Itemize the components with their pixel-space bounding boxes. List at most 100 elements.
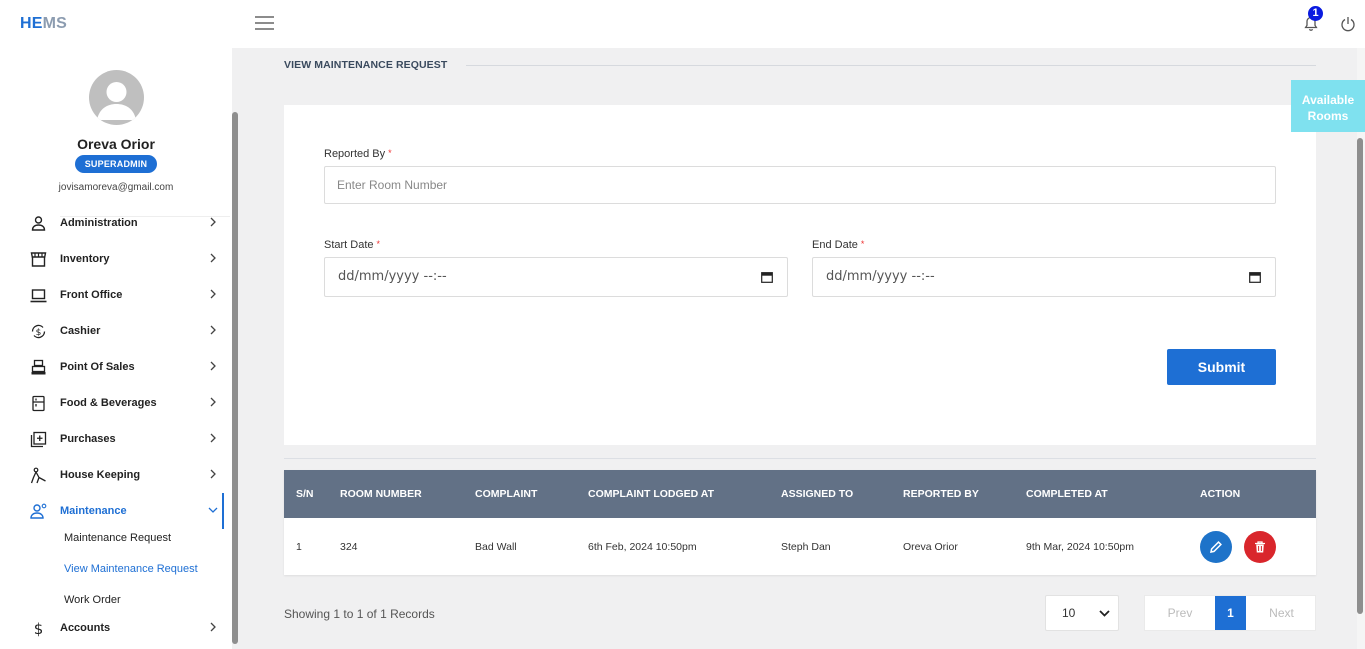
calendar-icon[interactable] <box>761 271 773 283</box>
records-info: Showing 1 to 1 of 1 Records <box>284 607 435 621</box>
maintenance-table: S/N ROOM NUMBER COMPLAINT COMPLAINT LODG… <box>284 470 1316 575</box>
cell-reported-by: Oreva Orior <box>903 541 958 553</box>
sidebar-item-house-keeping[interactable]: House Keeping <box>8 457 224 493</box>
sidebar-item-label: Maintenance <box>60 505 127 517</box>
sidebar-item-purchases[interactable]: Purchases <box>8 421 224 457</box>
role-badge: SUPERADMIN <box>75 155 157 173</box>
sidebar-item-label: Cashier <box>60 325 101 337</box>
chevron-right-icon <box>210 289 216 299</box>
end-date-label: End Date * <box>812 239 865 251</box>
chevron-right-icon <box>210 469 216 479</box>
submit-button[interactable]: Submit <box>1167 349 1276 385</box>
sidebar-item-label: Food & Beverages <box>60 397 157 409</box>
next-page-button[interactable]: Next <box>1246 596 1317 630</box>
sidebar-item-label: Front Office <box>60 289 123 301</box>
sidebar-item-label: House Keeping <box>60 469 141 481</box>
fridge-icon <box>32 395 45 412</box>
col-sn: S/N <box>296 488 314 500</box>
store-icon <box>30 252 47 267</box>
pencil-icon <box>1210 541 1222 553</box>
avatar[interactable] <box>89 70 144 125</box>
sidebar-item-label: Administration <box>60 217 138 229</box>
trash-icon <box>1255 541 1265 553</box>
svg-text:$: $ <box>34 620 44 637</box>
pagination: Prev 1 Next <box>1144 595 1316 631</box>
add-box-icon <box>30 431 47 448</box>
title-divider <box>466 65 1316 66</box>
col-assigned-to: ASSIGNED TO <box>781 488 854 500</box>
chevron-right-icon <box>210 361 216 371</box>
svg-text:$: $ <box>36 328 42 338</box>
chevron-down-icon <box>1099 610 1110 617</box>
sub-item-work-order[interactable]: Work Order <box>64 594 121 606</box>
col-complaint-lodged-at: COMPLAINT LODGED AT <box>588 488 714 500</box>
delete-button[interactable] <box>1244 531 1276 563</box>
sidebar-item-label: Inventory <box>60 253 110 265</box>
chevron-right-icon <box>210 217 216 227</box>
cell-completed-at: 9th Mar, 2024 10:50pm <box>1026 541 1134 553</box>
engineer-icon <box>30 503 47 519</box>
chevron-down-icon <box>208 507 218 513</box>
dollar-cycle-icon: $ <box>31 324 46 339</box>
table-divider <box>284 458 1316 459</box>
available-rooms-button[interactable]: Available Rooms <box>1291 80 1365 132</box>
start-date-label: Start Date * <box>324 239 381 251</box>
end-date-input[interactable]: dd/mm/yyyy --:-- <box>812 257 1276 297</box>
page-size-select[interactable]: 10 <box>1045 595 1119 631</box>
reported-by-label: Reported By * <box>324 148 392 160</box>
cash-register-icon <box>31 359 46 375</box>
cell-assigned-to: Steph Dan <box>781 541 831 553</box>
col-reported-by: REPORTED BY <box>903 488 979 500</box>
chevron-right-icon <box>210 433 216 443</box>
calendar-icon[interactable] <box>1249 271 1261 283</box>
chevron-right-icon <box>210 397 216 407</box>
user-email: jovisamoreva@gmail.com <box>58 182 174 193</box>
person-icon <box>31 216 46 231</box>
page-1-button[interactable]: 1 <box>1215 596 1246 630</box>
sub-item-maintenance-request[interactable]: Maintenance Request <box>64 532 171 544</box>
chevron-right-icon <box>210 253 216 263</box>
prev-page-button[interactable]: Prev <box>1145 596 1215 630</box>
dollar-icon: $ <box>34 620 44 637</box>
sub-item-view-maintenance-request[interactable]: View Maintenance Request <box>64 563 198 575</box>
table-header: S/N ROOM NUMBER COMPLAINT COMPLAINT LODG… <box>284 470 1316 518</box>
sidebar-item-maintenance[interactable]: Maintenance <box>8 493 224 529</box>
col-room-number: ROOM NUMBER <box>340 488 422 500</box>
sidebar-scrollbar[interactable] <box>232 112 238 644</box>
col-action: ACTION <box>1200 488 1241 500</box>
sidebar-item-accounts[interactable]: $ Accounts <box>8 610 224 646</box>
sidebar: Oreva Orior SUPERADMIN jovisamoreva@gmai… <box>0 48 232 649</box>
sidebar-item-front-office[interactable]: Front Office <box>8 277 224 313</box>
cell-complaint: Bad Wall <box>475 541 517 553</box>
user-silhouette-icon <box>97 82 136 120</box>
sidebar-item-administration[interactable]: Administration <box>8 205 224 241</box>
sidebar-item-label: Accounts <box>60 622 111 634</box>
col-completed-at: COMPLETED AT <box>1026 488 1108 500</box>
page-scrollbar[interactable] <box>1357 138 1363 614</box>
cleaning-icon <box>30 467 46 484</box>
sidebar-item-label: Point Of Sales <box>60 361 135 373</box>
reported-by-input[interactable]: Enter Room Number <box>324 166 1276 204</box>
filter-form-card: Reported By * Enter Room Number Start Dat… <box>284 105 1316 445</box>
cell-lodged-at: 6th Feb, 2024 10:50pm <box>588 541 697 553</box>
power-icon[interactable] <box>1340 16 1356 32</box>
start-date-input[interactable]: dd/mm/yyyy --:-- <box>324 257 788 297</box>
sidebar-item-inventory[interactable]: Inventory <box>8 241 224 277</box>
edit-button[interactable] <box>1200 531 1232 563</box>
app-logo[interactable]: HEMS <box>20 15 67 33</box>
cell-room-number: 324 <box>340 541 358 553</box>
col-complaint: COMPLAINT <box>475 488 538 500</box>
chevron-right-icon <box>210 325 216 335</box>
chevron-right-icon <box>210 622 216 632</box>
top-bar: HEMS 1 <box>0 0 1365 48</box>
notification-badge: 1 <box>1308 6 1323 21</box>
menu-toggle-icon[interactable] <box>255 16 274 30</box>
cell-sn: 1 <box>296 541 302 553</box>
sidebar-item-food-beverages[interactable]: Food & Beverages <box>8 385 224 421</box>
sidebar-item-label: Purchases <box>60 433 116 445</box>
sidebar-item-point-of-sales[interactable]: Point Of Sales <box>8 349 224 385</box>
page-title: VIEW MAINTENANCE REQUEST <box>284 59 448 71</box>
sidebar-item-cashier[interactable]: $ Cashier <box>8 313 224 349</box>
laptop-icon <box>30 289 47 303</box>
user-name: Oreva Orior <box>77 136 155 152</box>
